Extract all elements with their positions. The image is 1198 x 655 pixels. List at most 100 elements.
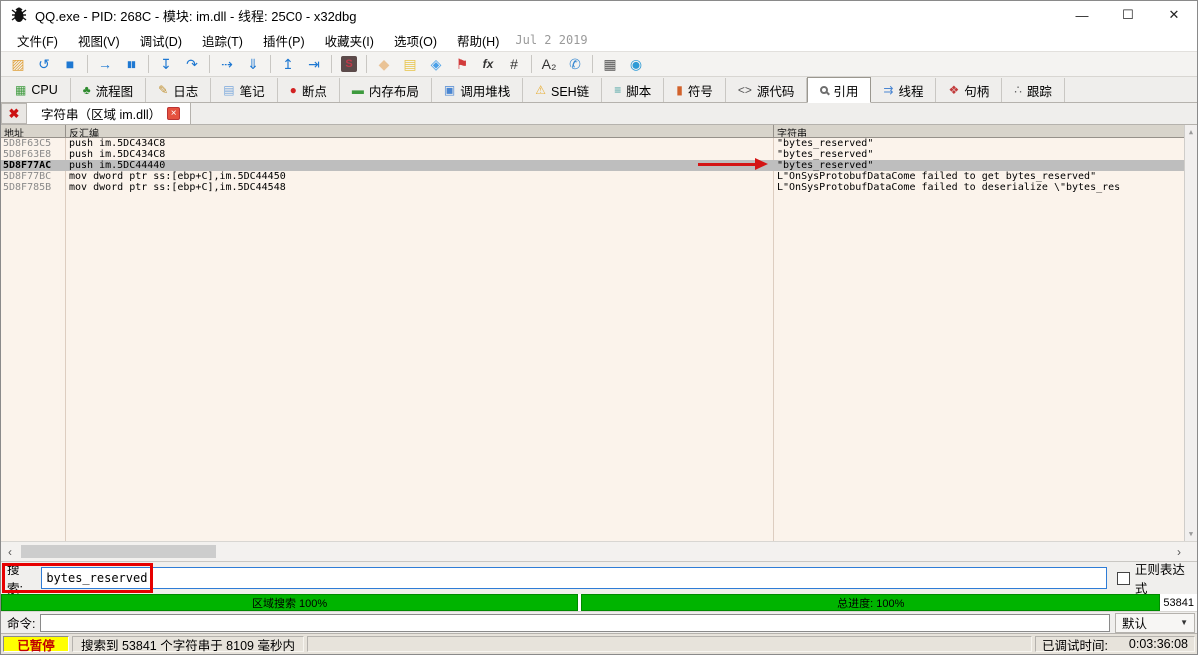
labels-button[interactable]: ◈ — [423, 53, 449, 75]
tab-script[interactable]: ≡脚本 — [602, 78, 664, 102]
row-string: "bytes_reserved" — [774, 149, 1197, 160]
menu-item-0[interactable]: 文件(F) — [7, 29, 68, 52]
vertical-scrollbar[interactable]: ▲ ▼ — [1184, 125, 1197, 541]
scrollbar-thumb[interactable] — [21, 545, 216, 558]
debug-time-value: 0:03:36:08 — [1129, 637, 1188, 651]
open-file-button[interactable]: ▨ — [5, 53, 31, 75]
tab-call-stack[interactable]: ▣调用堆栈 — [432, 78, 523, 102]
tab-label: 跟踪 — [1027, 81, 1052, 100]
table-row[interactable]: 5D8F77BCmov dword ptr ss:[ebp+C],im.5DC4… — [1, 171, 1197, 182]
tab-close-icon[interactable]: × — [167, 107, 180, 120]
row-disasm: mov dword ptr ss:[ebp+C],im.5DC44450 — [66, 171, 774, 182]
tab-threads[interactable]: ⇉线程 — [871, 78, 936, 102]
regex-checkbox[interactable] — [1117, 572, 1130, 585]
tab-references[interactable]: 引用 — [807, 77, 871, 103]
menu-item-4[interactable]: 插件(P) — [253, 29, 315, 52]
command-input[interactable] — [40, 614, 1110, 632]
table-row[interactable]: 5D8F785Bmov dword ptr ss:[ebp+C],im.5DC4… — [1, 182, 1197, 193]
run-to-cursor-button[interactable]: ⇢ — [214, 53, 240, 75]
tab-log[interactable]: ✎日志 — [146, 78, 211, 102]
symbols-icon: ▮ — [676, 84, 683, 96]
table-row[interactable]: 5D8F63E8push im.5DC434C8"bytes_reserved" — [1, 149, 1197, 160]
strings-button[interactable]: S — [336, 53, 362, 75]
step-out-button[interactable]: ↥ — [275, 53, 301, 75]
restart-icon: ↺ — [38, 57, 50, 71]
scroll-right-icon[interactable]: › — [1177, 545, 1181, 559]
tab-strings-region[interactable]: 字符串（区域 im.dll） × — [27, 103, 191, 124]
toolbar-separator — [148, 55, 149, 73]
globe-button[interactable]: ◉ — [623, 53, 649, 75]
profile-dropdown[interactable]: 默认 ▼ — [1115, 613, 1195, 633]
functions-button[interactable]: fx — [475, 53, 501, 75]
tab-memory-map[interactable]: ▬内存布局 — [340, 78, 432, 102]
column-header-string[interactable]: 字符串 — [774, 125, 1197, 137]
horizontal-scrollbar[interactable]: ‹ › — [1, 541, 1197, 561]
references-icon — [820, 86, 828, 94]
run-button[interactable]: → — [92, 53, 118, 75]
step-over-button[interactable]: ↷ — [179, 53, 205, 75]
row-address: 5D8F77BC — [1, 171, 66, 182]
table-row[interactable]: 5D8F77ACpush im.5DC44440"bytes_reserved" — [1, 160, 1197, 171]
toolbar-separator — [87, 55, 88, 73]
menu-item-1[interactable]: 视图(V) — [68, 29, 130, 52]
run-to-user-code-button[interactable]: ⇥ — [301, 53, 327, 75]
notify-button[interactable]: ✆ — [562, 53, 588, 75]
tab-source[interactable]: <>源代码 — [726, 78, 808, 102]
tab-seh-chain[interactable]: ⚠SEH链 — [523, 78, 602, 102]
tab-notes[interactable]: ▤笔记 — [211, 78, 277, 102]
tab-bar: ▦CPU♣流程图✎日志▤笔记●断点▬内存布局▣调用堆栈⚠SEH链≡脚本▮符号<>… — [1, 77, 1197, 103]
tab-trace[interactable]: ∴ 跟踪 — [1002, 78, 1065, 102]
menu-item-3[interactable]: 追踪(T) — [192, 29, 253, 52]
string-match: bytes_reserved — [1006, 171, 1090, 182]
comments-button[interactable]: ▤ — [397, 53, 423, 75]
toolbar-separator — [592, 55, 593, 73]
menu-item-7[interactable]: 帮助(H) — [447, 29, 509, 52]
tab-symbols[interactable]: ▮符号 — [664, 78, 726, 102]
column-header-address[interactable]: 地址 — [1, 125, 66, 137]
breakpoints-icon: ● — [290, 84, 297, 96]
bookmarks-icon: ⚑ — [456, 57, 469, 71]
trace-icon: ∴ — [1014, 84, 1022, 96]
scroll-down-icon[interactable]: ▼ — [1189, 527, 1193, 541]
minimize-button[interactable]: — — [1059, 1, 1105, 29]
run-to-user-code-icon: ⇥ — [308, 57, 320, 71]
step-into-button[interactable]: ↧ — [153, 53, 179, 75]
row-disasm: push im.5DC434C8 — [66, 149, 774, 160]
close-all-tabs-button[interactable]: ✖ — [1, 103, 27, 124]
close-button[interactable]: ✕ — [1151, 1, 1197, 29]
status-spacer — [307, 636, 1032, 652]
maximize-button[interactable]: ☐ — [1105, 1, 1151, 29]
patches-button[interactable]: ◆ — [371, 53, 397, 75]
tab-breakpoints[interactable]: ●断点 — [278, 78, 340, 102]
execute-till-return-button[interactable]: ⇓ — [240, 53, 266, 75]
debug-time-label: 已调试时间: — [1042, 635, 1108, 654]
control-flow-button[interactable]: # — [501, 53, 527, 75]
table-row[interactable]: 5D8F63C5push im.5DC434C8"bytes_reserved" — [1, 138, 1197, 149]
comments-icon: ▤ — [403, 57, 416, 71]
stop-button[interactable]: ■ — [57, 53, 83, 75]
handles-icon: ❖ — [948, 84, 959, 96]
scroll-left-icon[interactable]: ‹ — [1, 545, 19, 559]
search-input[interactable] — [41, 567, 1107, 589]
tab-handles[interactable]: ❖句柄 — [936, 78, 1002, 102]
string-match: bytes_reserved — [783, 149, 867, 160]
source-icon: <> — [738, 84, 752, 96]
string-suffix: " — [1090, 171, 1096, 182]
menu-item-6[interactable]: 选项(O) — [384, 29, 447, 52]
column-divider — [65, 138, 66, 541]
total-progress-bar: 总进度: 100% — [581, 594, 1160, 611]
tab-label: 内存布局 — [369, 81, 419, 100]
window-title: QQ.exe - PID: 268C - 模块: im.dll - 线程: 25… — [35, 6, 357, 25]
calculator-button[interactable]: ▦ — [597, 53, 623, 75]
string-prefix: L"OnSysProtobufDataCome failed to get — [777, 171, 1006, 182]
tab-graph[interactable]: ♣流程图 — [71, 78, 146, 102]
tab-cpu[interactable]: ▦CPU — [3, 78, 71, 102]
menu-item-5[interactable]: 收藏夹(I) — [315, 29, 384, 52]
restart-button[interactable]: ↺ — [31, 53, 57, 75]
bookmarks-button[interactable]: ⚑ — [449, 53, 475, 75]
column-header-disasm[interactable]: 反汇编 — [66, 125, 774, 137]
scroll-up-icon[interactable]: ▲ — [1189, 125, 1193, 139]
pause-button[interactable]: ▮▮ — [118, 53, 144, 75]
menu-item-2[interactable]: 调试(D) — [130, 29, 192, 52]
text-analysis-button[interactable]: A₂ — [536, 53, 562, 75]
